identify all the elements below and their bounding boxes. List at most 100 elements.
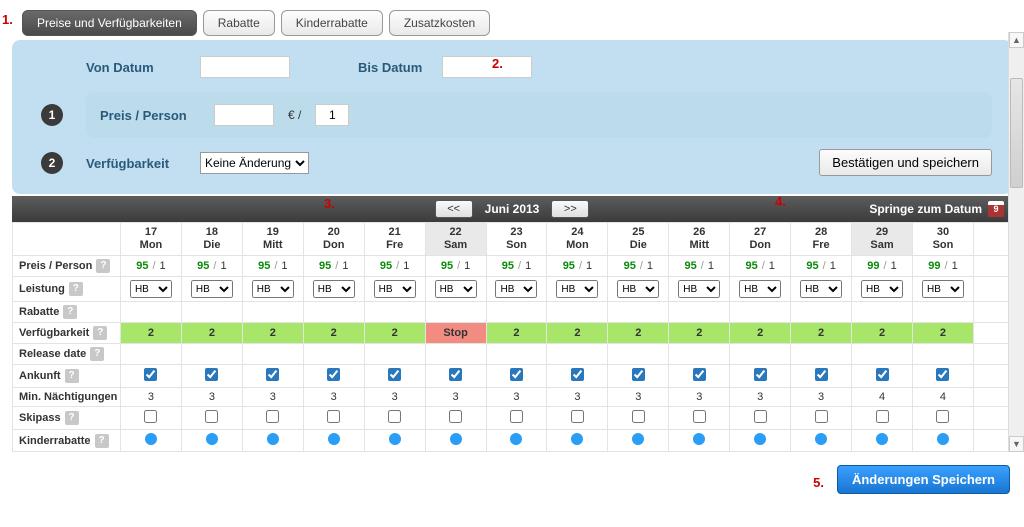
grid-cell[interactable]: 2 [486,323,547,344]
grid-cell[interactable] [912,407,973,430]
grid-cell[interactable] [242,365,303,388]
price-input[interactable] [214,104,274,126]
grid-cell[interactable] [181,365,242,388]
grid-cell[interactable] [364,430,425,452]
jump-to-date[interactable]: Springe zum Datum 9 [869,201,1004,217]
grid-cell[interactable] [791,430,852,452]
grid-cell[interactable]: 2 [669,323,730,344]
grid-cell[interactable]: 95/1 [425,256,486,277]
grid-cell[interactable]: 95/1 [121,256,182,277]
save-changes-button[interactable]: Änderungen Speichern [837,465,1010,494]
grid-cell[interactable]: 95/1 [242,256,303,277]
grid-cell[interactable] [303,365,364,388]
grid-cell[interactable]: 95/1 [791,256,852,277]
skipass-checkbox[interactable] [571,410,584,423]
grid-cell[interactable]: 2 [181,323,242,344]
service-select[interactable]: HB [191,280,233,298]
calendar-icon[interactable]: 9 [988,201,1004,217]
skipass-checkbox[interactable] [510,410,523,423]
service-select[interactable]: HB [252,280,294,298]
grid-cell[interactable]: 2 [608,323,669,344]
scroll-up-arrow-icon[interactable]: ▲ [1009,32,1024,48]
next-month-button[interactable]: >> [551,200,589,218]
help-icon[interactable]: ? [65,411,79,425]
grid-cell[interactable] [425,365,486,388]
prev-month-button[interactable]: << [435,200,473,218]
grid-cell[interactable]: HB [547,277,608,302]
tab-child-discounts[interactable]: Kinderrabatte [281,10,383,36]
grid-cell[interactable]: 3 [303,388,364,407]
service-select[interactable]: HB [556,280,598,298]
help-icon[interactable]: ? [96,259,110,273]
grid-cell[interactable] [912,365,973,388]
to-date-input[interactable] [442,56,532,78]
grid-cell[interactable]: HB [791,277,852,302]
arrival-checkbox[interactable] [693,368,706,381]
arrival-checkbox[interactable] [936,368,949,381]
skipass-checkbox[interactable] [266,410,279,423]
vertical-scrollbar[interactable]: ▲ ▼ [1008,32,1024,452]
grid-cell[interactable]: HB [669,277,730,302]
grid-cell[interactable]: HB [242,277,303,302]
grid-cell[interactable]: HB [608,277,669,302]
skipass-checkbox[interactable] [876,410,889,423]
grid-cell[interactable] [547,430,608,452]
grid-cell[interactable] [791,407,852,430]
service-select[interactable]: HB [130,280,172,298]
service-select[interactable]: HB [861,280,903,298]
grid-cell[interactable] [852,407,913,430]
grid-cell[interactable] [547,407,608,430]
skipass-checkbox[interactable] [815,410,828,423]
grid-cell[interactable]: 2 [364,323,425,344]
grid-cell[interactable] [303,430,364,452]
grid-cell[interactable]: HB [303,277,364,302]
grid-cell[interactable]: 2 [121,323,182,344]
grid-cell[interactable]: HB [425,277,486,302]
arrival-checkbox[interactable] [205,368,218,381]
grid-cell[interactable]: 95/1 [608,256,669,277]
grid-cell[interactable]: 3 [121,388,182,407]
skipass-checkbox[interactable] [388,410,401,423]
arrival-checkbox[interactable] [449,368,462,381]
grid-cell[interactable] [181,430,242,452]
skipass-checkbox[interactable] [205,410,218,423]
grid-cell[interactable]: 95/1 [181,256,242,277]
grid-cell[interactable]: 3 [181,388,242,407]
grid-cell[interactable]: 4 [912,388,973,407]
grid-cell[interactable]: 3 [608,388,669,407]
grid-cell[interactable] [852,365,913,388]
availability-select[interactable]: Keine Änderung [200,152,309,174]
grid-cell[interactable] [608,430,669,452]
grid-cell[interactable] [242,407,303,430]
grid-cell[interactable]: 95/1 [486,256,547,277]
skipass-checkbox[interactable] [449,410,462,423]
tab-discounts[interactable]: Rabatte [203,10,275,36]
arrival-checkbox[interactable] [266,368,279,381]
service-select[interactable]: HB [800,280,842,298]
grid-cell[interactable]: 2 [303,323,364,344]
grid-cell[interactable] [425,430,486,452]
service-select[interactable]: HB [313,280,355,298]
arrival-checkbox[interactable] [754,368,767,381]
grid-cell[interactable] [121,365,182,388]
grid-cell[interactable]: HB [912,277,973,302]
skipass-checkbox[interactable] [327,410,340,423]
skipass-checkbox[interactable] [632,410,645,423]
service-select[interactable]: HB [922,280,964,298]
grid-cell[interactable] [121,407,182,430]
grid-cell[interactable]: Stop [425,323,486,344]
grid-cell[interactable] [364,365,425,388]
help-icon[interactable]: ? [90,347,104,361]
grid-cell[interactable]: 99/1 [912,256,973,277]
grid-cell[interactable] [730,365,791,388]
grid-cell[interactable]: 3 [364,388,425,407]
grid-cell[interactable]: 2 [730,323,791,344]
grid-cell[interactable] [608,365,669,388]
confirm-save-button[interactable]: Bestätigen und speichern [819,149,992,176]
help-icon[interactable]: ? [95,434,109,448]
service-select[interactable]: HB [435,280,477,298]
tab-extras[interactable]: Zusatzkosten [389,10,490,36]
help-icon[interactable]: ? [69,282,83,296]
grid-cell[interactable]: 2 [791,323,852,344]
grid-cell[interactable]: HB [121,277,182,302]
